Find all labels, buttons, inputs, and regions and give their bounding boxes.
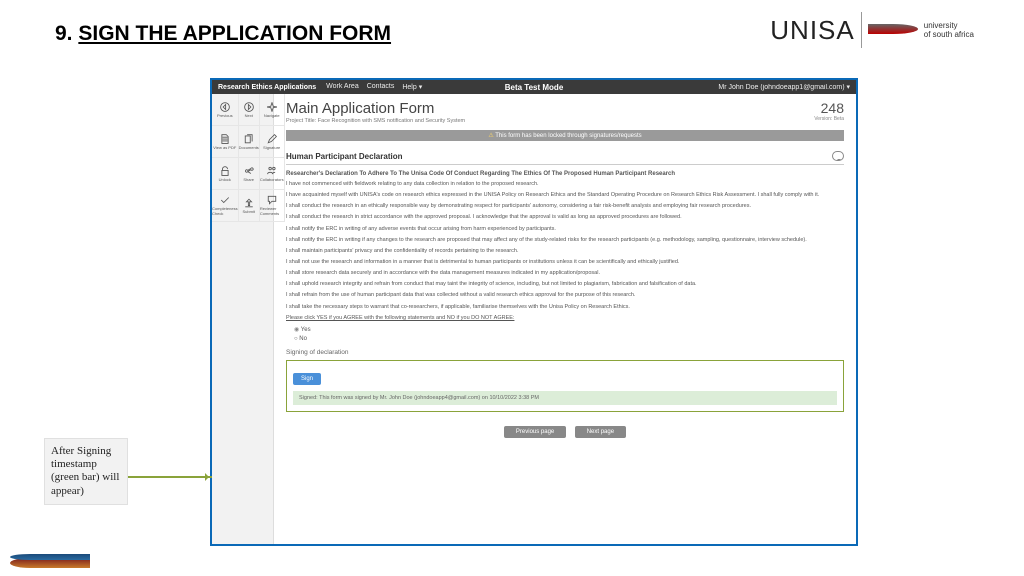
declaration-subheading: Researcher's Declaration To Adhere To Th…: [286, 171, 844, 177]
callout-arrow: [128, 476, 212, 478]
user-menu[interactable]: Mr John Doe (johndoeapp1@gmail.com) ▾: [718, 83, 850, 91]
document-icon: [220, 134, 230, 144]
project-title: Project Title: Face Recognition with SMS…: [286, 118, 465, 124]
question-id: 248: [814, 100, 844, 116]
tool-documents[interactable]: Documents: [239, 126, 260, 158]
share-icon: [244, 166, 254, 176]
comment-icon[interactable]: [832, 151, 844, 161]
footer-swoosh-icon: [10, 554, 90, 570]
declaration-paragraph: I shall notify the ERC in writing of any…: [286, 226, 844, 233]
section-heading: Human Participant Declaration: [286, 151, 844, 165]
app-screenshot: Research Ethics Applications Work Area C…: [210, 78, 858, 546]
signing-label: Signing of declaration: [286, 349, 844, 356]
declaration-paragraph: I shall not use the research and informa…: [286, 259, 844, 266]
declaration-paragraph: I shall maintain participants' privacy a…: [286, 248, 844, 255]
step-title: SIGN THE APPLICATION FORM: [78, 22, 391, 45]
tool-completeness-check[interactable]: Completeness Check: [212, 190, 239, 222]
radio-no[interactable]: No: [294, 335, 844, 345]
swoosh-icon: [868, 22, 918, 38]
radio-yes[interactable]: Yes: [294, 326, 844, 336]
declaration-paragraph: I shall notify the ERC in writing if any…: [286, 237, 844, 244]
declaration-paragraph: I have acquainted myself with UNISA's co…: [286, 192, 844, 199]
next-page-button[interactable]: Next page: [575, 426, 626, 438]
menu-contacts[interactable]: Contacts: [367, 83, 395, 91]
arrow-right-circle-icon: [244, 102, 254, 112]
documents-icon: [244, 134, 254, 144]
declaration-paragraph: I shall conduct the research in strict a…: [286, 214, 844, 221]
section-title: Human Participant Declaration: [286, 152, 402, 161]
unlock-icon: [220, 166, 230, 176]
agree-options: Yes No: [294, 326, 844, 345]
check-icon: [220, 195, 230, 205]
signed-timestamp-bar: Signed: This form was signed by Mr. John…: [293, 391, 837, 405]
tool-next[interactable]: Next: [239, 94, 260, 126]
signing-box: Sign Signed: This form was signed by Mr.…: [286, 360, 844, 412]
declaration-paragraph: I shall uphold research integrity and re…: [286, 281, 844, 288]
menu-work-area[interactable]: Work Area: [326, 83, 359, 91]
toolbar: PreviousNextNavigateView as PDFDocuments…: [212, 94, 274, 544]
lock-banner: This form has been locked through signat…: [286, 130, 844, 141]
top-menu[interactable]: Work Area Contacts Help ▾: [326, 83, 422, 91]
menu-help[interactable]: Help ▾: [402, 83, 422, 91]
declaration-paragraph: I shall refrain from the use of human pa…: [286, 292, 844, 299]
arrow-left-circle-icon: [220, 102, 230, 112]
app-brand: Research Ethics Applications: [218, 84, 316, 91]
page-title: 9. SIGN THE APPLICATION FORM: [55, 22, 391, 46]
tool-submit[interactable]: Submit: [239, 190, 260, 222]
declaration-paragraph: I shall conduct the research in an ethic…: [286, 203, 844, 210]
declaration-paragraph: I shall store research data securely and…: [286, 270, 844, 277]
version-label: Version: Beta: [814, 116, 844, 122]
previous-page-button[interactable]: Previous page: [504, 426, 566, 438]
brand-sub: university of south africa: [924, 21, 974, 39]
brand-name: UNISA: [770, 15, 854, 46]
callout-note: After Signing timestamp (green bar) will…: [44, 438, 128, 505]
declaration-paragraph: I have not commenced with fieldwork rela…: [286, 181, 844, 188]
sign-button[interactable]: Sign: [293, 373, 321, 385]
upload-icon: [244, 198, 254, 208]
tool-unlock[interactable]: Unlock: [212, 158, 239, 190]
tool-share[interactable]: Share: [239, 158, 260, 190]
form-title: Main Application Form: [286, 100, 465, 117]
tool-previous[interactable]: Previous: [212, 94, 239, 126]
divider: [861, 12, 862, 48]
tool-view-as-pdf[interactable]: View as PDF: [212, 126, 239, 158]
step-number: 9.: [55, 22, 73, 45]
app-topbar: Research Ethics Applications Work Area C…: [212, 80, 856, 94]
declaration-paragraph: I shall take the necessary steps to warr…: [286, 304, 844, 311]
form-content: Main Application Form Project Title: Fac…: [274, 94, 856, 544]
brand-logo: UNISA university of south africa: [770, 12, 974, 48]
agree-prompt: Please click YES if you AGREE with the f…: [286, 315, 844, 322]
